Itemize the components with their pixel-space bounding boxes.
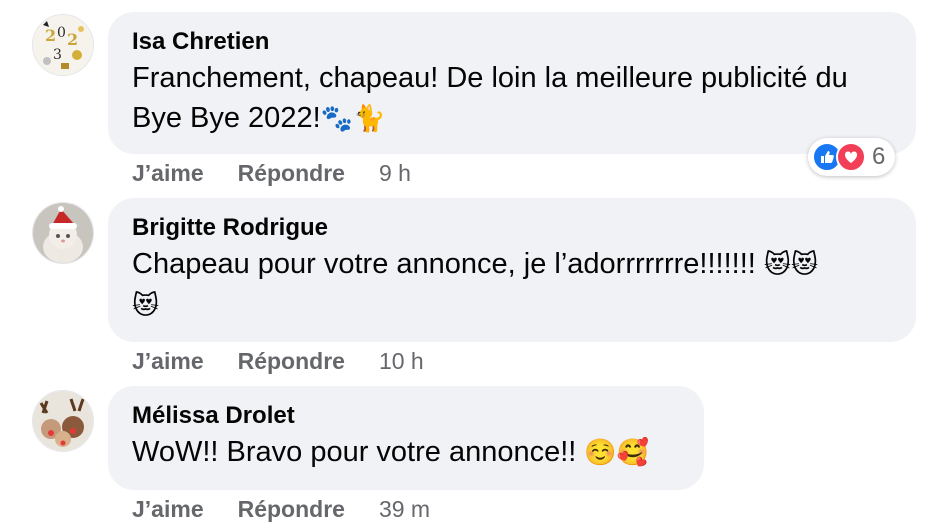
comment-actions: J’aime Répondre 39 m [132, 494, 430, 524]
avatar[interactable] [32, 390, 94, 452]
svg-text:2: 2 [45, 26, 56, 45]
avatar[interactable]: 2 0 2 3 [32, 14, 94, 76]
comment-timestamp[interactable]: 10 h [379, 346, 424, 376]
reaction-count: 6 [872, 143, 886, 170]
comment-text: WoW!! Bravo pour votre annonce!! ☺️🥰 [132, 432, 680, 473]
smiling-emoji: ☺️🥰 [584, 438, 650, 468]
comment-text: Chapeau pour votre annonce, je l’adorrrr… [132, 244, 892, 326]
comment-text-line: 😻 [132, 285, 892, 326]
like-button[interactable]: J’aime [132, 346, 204, 376]
comment-author[interactable]: Mélissa Drolet [132, 400, 680, 432]
heart-eyes-cat-emoji: 😻 [132, 291, 160, 321]
like-button[interactable]: J’aime [132, 494, 204, 524]
comment-author[interactable]: Isa Chretien [132, 26, 892, 58]
comment-text: Franchement, chapeau! De loin la meilleu… [132, 58, 892, 139]
comment-actions: J’aime Répondre 10 h [132, 346, 424, 376]
reindeer-family-icon [33, 391, 93, 451]
comment-actions: J’aime Répondre 9 h [132, 158, 411, 188]
like-button[interactable]: J’aime [132, 158, 204, 188]
svg-text:0: 0 [57, 25, 66, 41]
cat-santa-hat-icon [33, 203, 93, 263]
new-year-decor-icon: 2 0 2 3 [33, 15, 93, 75]
comment-bubble: Isa Chretien Franchement, chapeau! De lo… [108, 12, 916, 154]
comment-text-fragment: WoW!! Bravo pour votre annonce!! [132, 436, 577, 468]
comment-bubble: Brigitte Rodrigue Chapeau pour votre ann… [108, 198, 916, 342]
comment-text-fragment: Bye Bye 2022! [132, 102, 321, 134]
reply-button[interactable]: Répondre [238, 158, 345, 188]
comment-text-line: Bye Bye 2022!🐾🐈 [132, 98, 892, 139]
love-icon [836, 142, 866, 172]
comment-timestamp[interactable]: 39 m [379, 494, 430, 524]
comment-text-line: Chapeau pour votre annonce, je l’adorrrr… [132, 244, 892, 285]
heart-eyes-cat-emoji: 😻😻 [763, 250, 819, 280]
avatar[interactable] [32, 202, 94, 264]
comment-timestamp[interactable]: 9 h [379, 158, 411, 188]
reaction-summary[interactable]: 6 [808, 138, 896, 176]
comment-bubble: Mélissa Drolet WoW!! Bravo pour votre an… [108, 386, 704, 490]
paw-cat-emoji: 🐾🐈 [320, 104, 386, 134]
comment-text-line: Franchement, chapeau! De loin la meilleu… [132, 62, 848, 94]
reply-button[interactable]: Répondre [238, 494, 345, 524]
svg-text:3: 3 [53, 47, 62, 63]
comment-text-fragment: Chapeau pour votre annonce, je l’adorrrr… [132, 248, 756, 280]
svg-text:2: 2 [67, 30, 78, 49]
comment-author[interactable]: Brigitte Rodrigue [132, 212, 892, 244]
reply-button[interactable]: Répondre [238, 346, 345, 376]
